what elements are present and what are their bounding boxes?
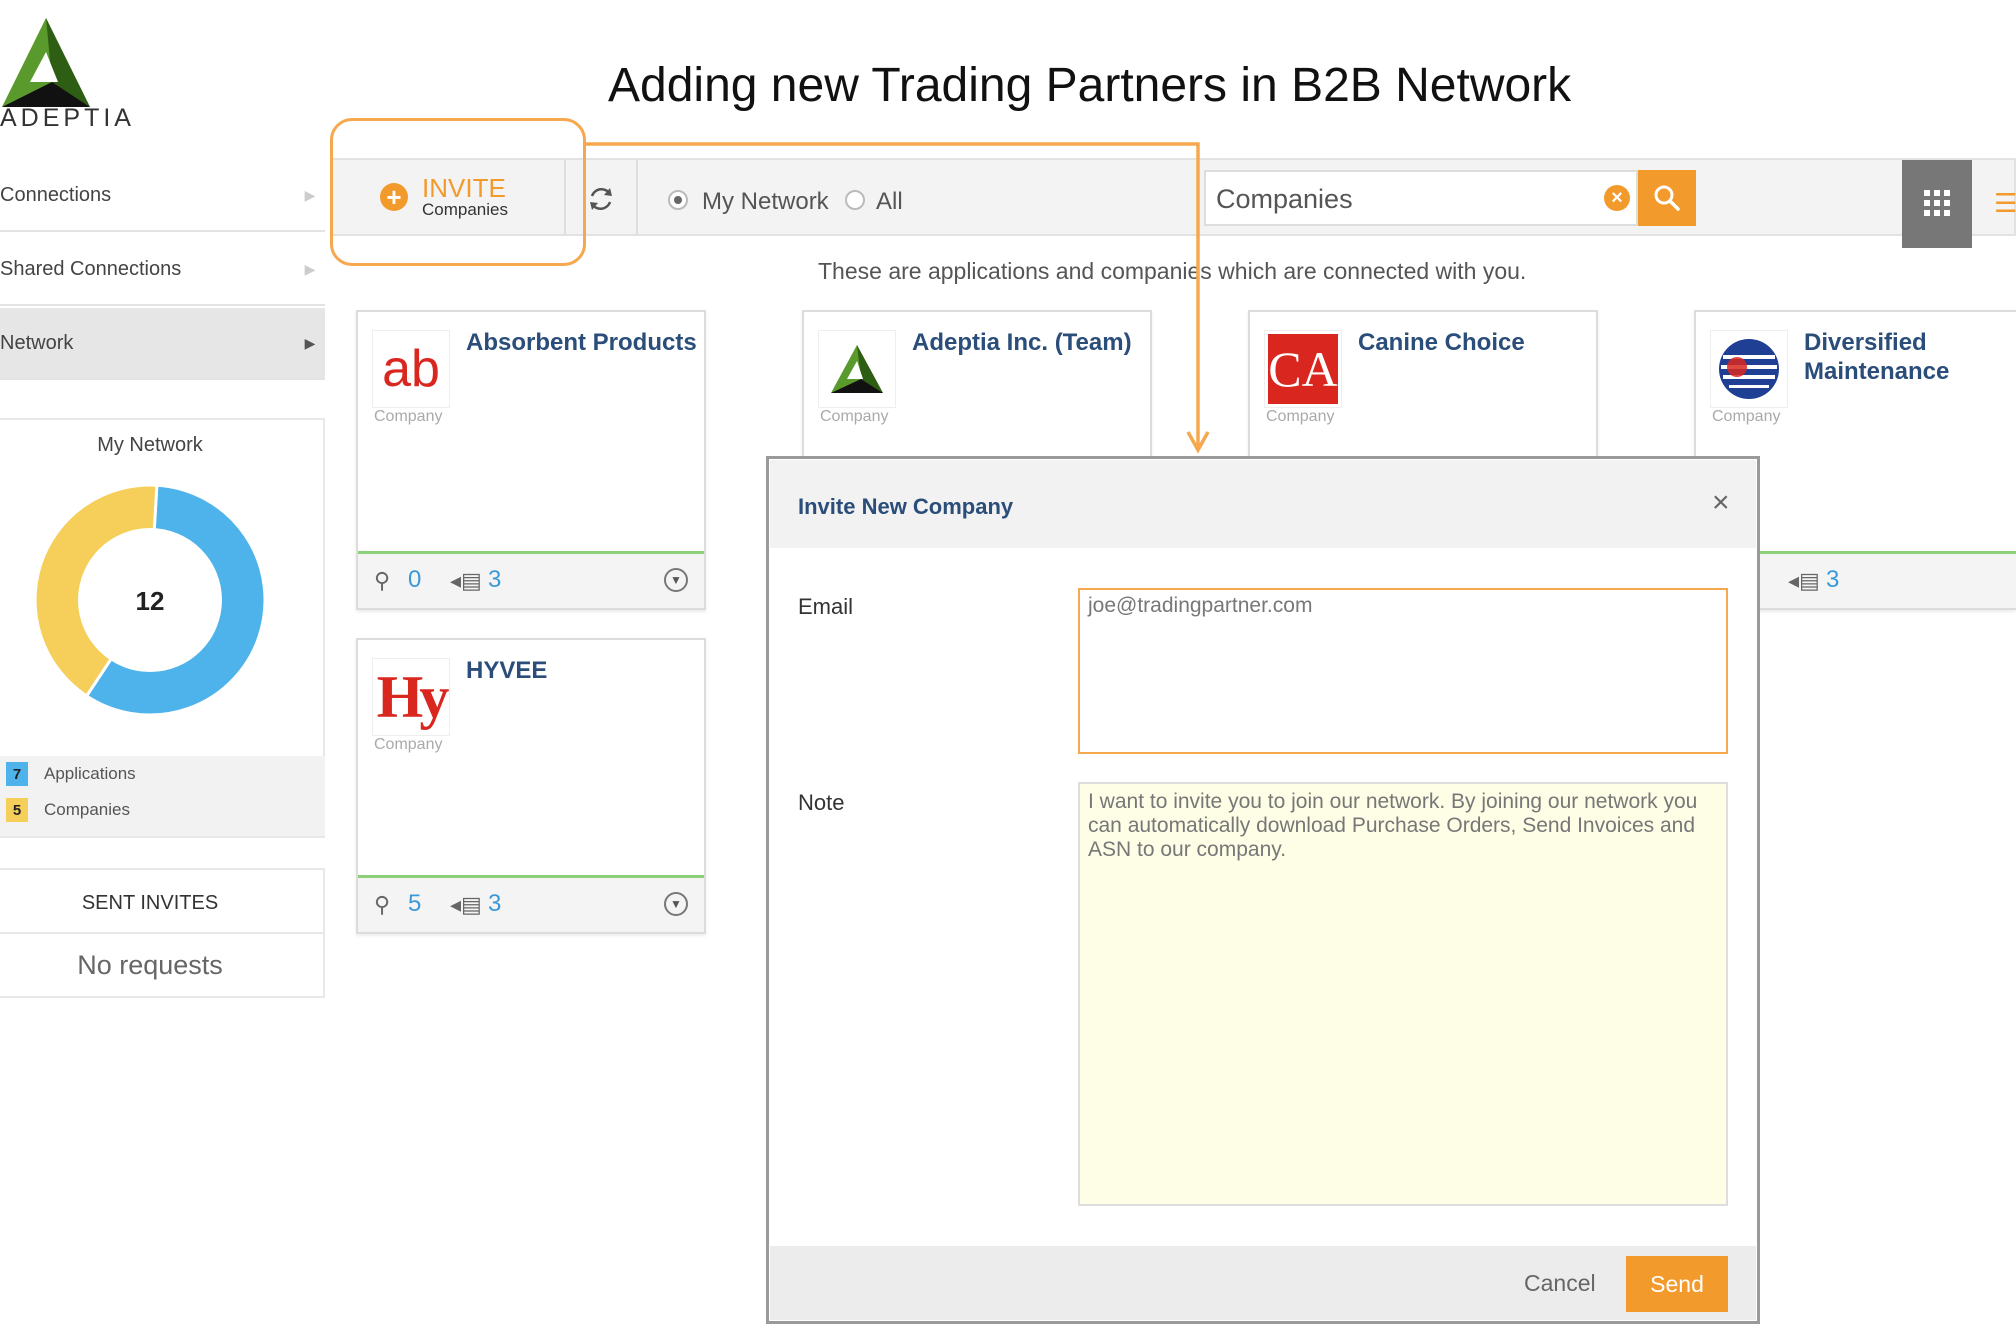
company-card-adeptia[interactable]: Adeptia Inc. (Team) Company [802,310,1152,460]
search-button[interactable] [1638,170,1696,226]
chevron-right-icon: ▶ [304,260,316,277]
clear-icon[interactable]: × [1604,185,1630,211]
company-logo [818,330,896,408]
adeptia-logo [831,345,883,393]
grid-view-button[interactable] [1902,160,1972,248]
email-field[interactable]: joe@tradingpartner.com [1078,588,1728,754]
chevron-down-icon[interactable]: ▼ [664,568,688,592]
filter-all-label[interactable]: All [876,188,903,216]
chevron-down-icon[interactable]: ▼ [664,892,688,916]
endpoint-count[interactable]: 0 [408,566,421,594]
sidebar-item-label: Shared Connections [0,257,182,280]
legend-item-applications[interactable]: 7 Applications [6,762,136,786]
refresh-icon[interactable] [586,184,616,214]
chevron-right-icon: ▶ [304,186,316,203]
cancel-button[interactable]: Cancel [1516,1264,1604,1303]
endpoint-icon: ⚲ [374,568,391,593]
legend-count: 7 [6,762,28,786]
sidebar-item-shared-connections[interactable]: Shared Connections ▶ [0,234,325,306]
connection-count[interactable]: 3 [488,566,501,594]
sent-invites-title: SENT INVITES [81,892,219,914]
filter-my-network-radio[interactable] [668,190,688,210]
endpoint-icon: ⚲ [374,892,391,917]
company-name[interactable]: HYVEE [466,656,547,685]
search-input[interactable] [1214,180,1578,218]
company-name[interactable]: Canine Choice [1358,328,1525,357]
no-requests-text: No requests [77,950,223,980]
connection-count[interactable]: 3 [488,890,501,918]
network-subtitle: These are applications and companies whi… [818,258,1527,284]
search-icon [1654,185,1680,211]
company-logo: Hy [372,658,450,736]
endpoint-count[interactable]: 5 [408,890,421,918]
filter-my-network-label[interactable]: My Network [702,188,829,216]
page-title: Adding new Trading Partners in B2B Netwo… [608,59,1572,112]
company-type: Company [374,736,443,753]
connection-icon: ◂▤ [450,568,482,593]
company-name[interactable]: Adeptia Inc. (Team) [912,328,1132,357]
legend-label: Companies [44,800,130,819]
connection-icon: ◂▤ [450,892,482,917]
legend-item-companies[interactable]: 5 Companies [6,798,130,822]
company-name[interactable]: Diversified Maintenance [1804,328,2016,386]
globe-logo [1719,339,1779,399]
my-network-title: My Network [97,434,203,456]
sidebar-item-label: Connections [0,183,112,206]
company-card-canine-choice[interactable]: CA Canine Choice Company [1248,310,1598,460]
modal-title: Invite New Company [798,494,1014,519]
card-footer: ⚲ 5 ◂▤ 3 ▼ [358,875,704,932]
grid-icon [1924,190,1950,216]
company-logo: CA [1264,330,1342,408]
invite-highlight-annotation [330,118,586,266]
network-legend: 7 Applications 5 Companies [0,756,325,836]
list-view-icon[interactable]: ☰ [1994,188,2016,219]
legend-count: 5 [6,798,28,822]
company-logo: ab [372,330,450,408]
card-footer: ⚲ 0 ◂▤ 3 ▼ [358,551,704,608]
close-icon[interactable]: × [1712,488,1730,518]
connection-icon: ◂▤ [1788,568,1820,593]
sidebar-item-connections[interactable]: Connections ▶ [0,160,325,232]
note-label: Note [798,790,845,815]
note-field[interactable]: I want to invite you to join our network… [1078,782,1728,1206]
logo-text: ab [382,340,440,398]
company-type: Company [1712,408,1781,425]
chevron-right-icon: ▶ [304,334,316,351]
company-type: Company [374,408,443,425]
radio-selected-dot [674,196,682,204]
divider [0,932,325,934]
company-card-absorbent-products[interactable]: ab Absorbent Products Company ⚲ 0 ◂▤ 3 ▼ [356,310,706,610]
donut-center-label: 12 [136,586,165,616]
sidebar-item-network[interactable]: Network ▶ [0,308,325,380]
send-button[interactable]: Send [1626,1256,1728,1312]
email-label: Email [798,594,854,619]
network-donut-chart: 12 [33,483,267,717]
brand-name: ADEPTIA [0,104,135,132]
company-logo [1710,330,1788,408]
divider [636,160,638,234]
company-type: Company [1266,408,1335,425]
sidebar-item-label: Network [0,331,74,354]
logo-text: Hy [376,663,449,730]
modal-footer [770,1246,1756,1320]
logo-text: CA [1268,341,1338,397]
filter-all-radio[interactable] [845,190,865,210]
legend-label: Applications [44,764,136,783]
connection-count[interactable]: 3 [1826,566,1839,594]
company-type: Company [820,408,889,425]
company-name[interactable]: Absorbent Products [466,328,697,357]
company-card-hyvee[interactable]: Hy HYVEE Company ⚲ 5 ◂▤ 3 ▼ [356,638,706,934]
